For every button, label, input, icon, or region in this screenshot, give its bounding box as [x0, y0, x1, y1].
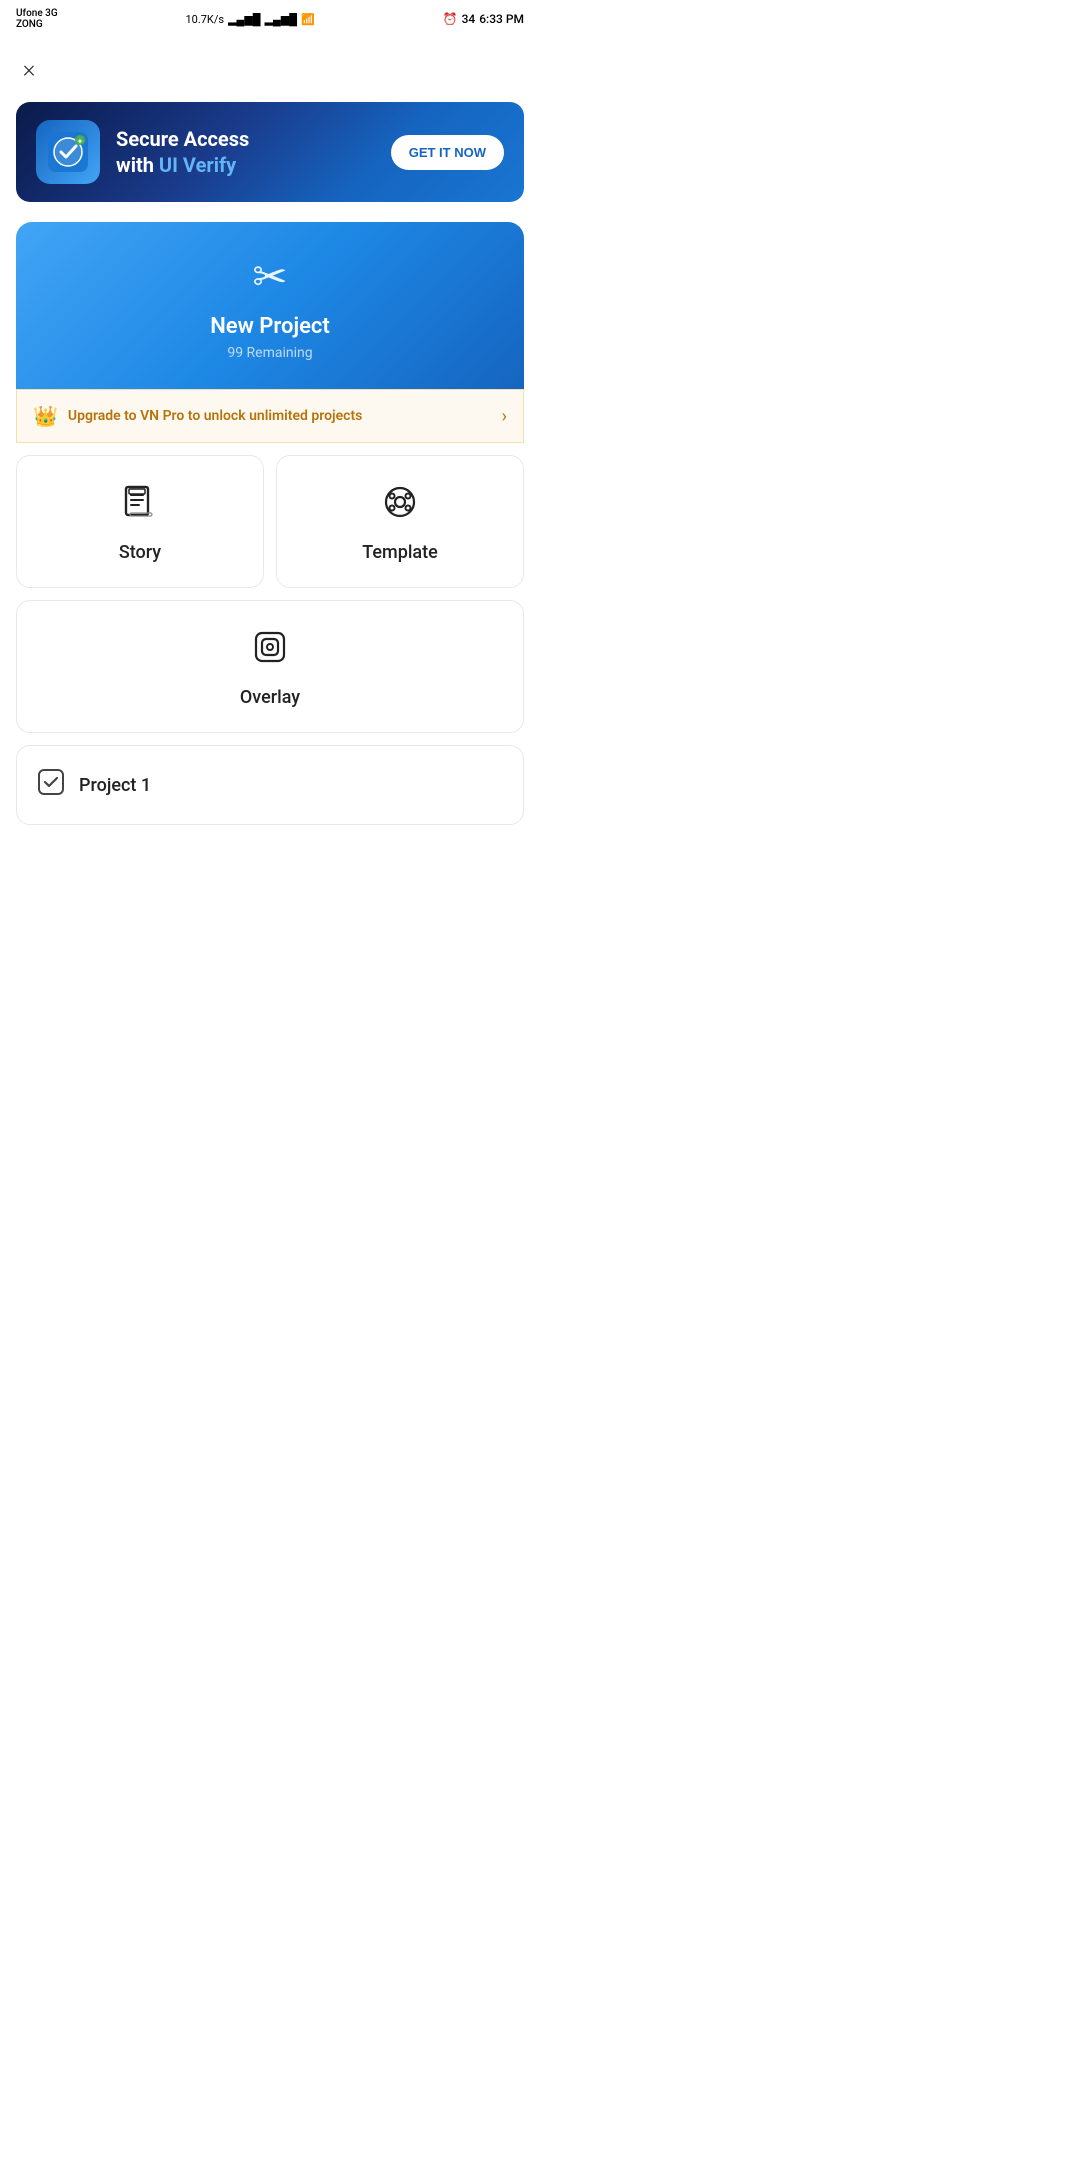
battery-level: 34 — [462, 12, 476, 26]
project1-card[interactable]: Project 1 — [16, 745, 524, 825]
ad-text: Secure Access with UI Verify — [116, 126, 375, 178]
upgrade-banner[interactable]: 👑 Upgrade to VN Pro to unlock unlimited … — [16, 389, 524, 443]
overlay-label: Overlay — [240, 687, 300, 708]
get-it-now-button[interactable]: GET IT NOW — [391, 135, 504, 170]
carrier-info: Ufone 3G ZONG — [16, 8, 58, 30]
project1-label: Project 1 — [79, 775, 151, 796]
story-icon — [122, 484, 158, 528]
upgrade-text: Upgrade to VN Pro to unlock unlimited pr… — [68, 408, 362, 424]
project-type-grid: Story Template — [16, 455, 524, 588]
status-bar: Ufone 3G ZONG 10.7K/s ▂▄▆█ ▂▄▆█ 📶 ⏰ 34 6… — [0, 0, 540, 36]
new-project-section: ✂ New Project 99 Remaining 👑 Upgrade to … — [16, 222, 524, 443]
close-icon: × — [23, 55, 36, 83]
ad-banner[interactable]: ✦ Secure Access with UI Verify GET IT NO… — [16, 102, 524, 202]
carrier-name2: ZONG — [16, 19, 58, 30]
network-speed: 10.7K/s ▂▄▆█ ▂▄▆█ 📶 — [185, 13, 314, 26]
overlay-card[interactable]: Overlay — [16, 600, 524, 733]
close-button[interactable]: × — [4, 44, 54, 94]
new-project-card[interactable]: ✂ New Project 99 Remaining — [16, 222, 524, 389]
alarm-icon: ⏰ — [443, 12, 458, 26]
chevron-right-icon: › — [502, 406, 507, 427]
ad-app-icon: ✦ — [36, 120, 100, 184]
new-project-title: New Project — [210, 314, 330, 339]
signal-icon: ▂▄▆█ — [228, 13, 261, 26]
story-label: Story — [119, 542, 161, 563]
project1-icon — [37, 768, 65, 802]
overlay-icon — [252, 629, 288, 673]
template-card[interactable]: Template — [276, 455, 524, 588]
template-icon — [382, 484, 418, 528]
upgrade-text-wrap: 👑 Upgrade to VN Pro to unlock unlimited … — [33, 404, 362, 428]
ui-verify-icon: ✦ — [48, 132, 88, 172]
time-display: 6:33 PM — [479, 12, 524, 26]
carrier-name: Ufone 3G — [16, 8, 58, 19]
signal-icon2: ▂▄▆█ — [265, 13, 298, 26]
template-label: Template — [362, 542, 438, 563]
crown-icon: 👑 — [33, 404, 58, 428]
ad-subtitle: with UI Verify — [116, 152, 375, 178]
ad-title: Secure Access — [116, 126, 375, 152]
scissors-icon: ✂ — [252, 252, 287, 302]
wifi-icon: 📶 — [301, 13, 315, 26]
story-card[interactable]: Story — [16, 455, 264, 588]
status-right: ⏰ 34 6:33 PM — [443, 12, 524, 26]
svg-text:✦: ✦ — [77, 137, 84, 146]
remaining-count: 99 Remaining — [227, 345, 312, 361]
